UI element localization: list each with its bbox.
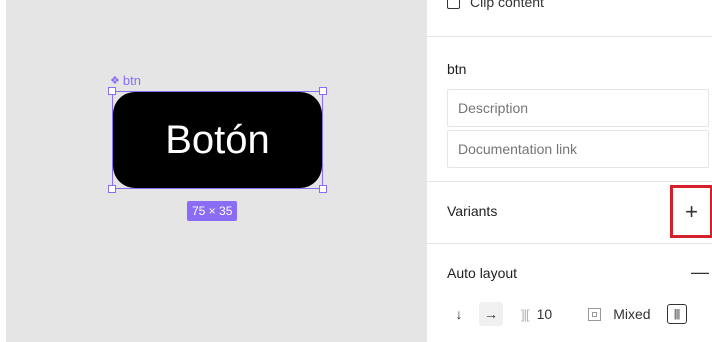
alignment-icon[interactable]: ||| — [666, 304, 687, 324]
direction-vertical-button[interactable]: ↓ — [447, 302, 471, 326]
spacing-value[interactable]: 10 — [537, 306, 553, 322]
variants-label: Variants — [447, 203, 498, 219]
spacing-between-icon: ]|[ — [521, 306, 530, 322]
plus-icon: + — [685, 198, 698, 224]
add-variant-button[interactable]: + — [670, 185, 712, 238]
button-component[interactable]: Botón — [113, 92, 322, 188]
resize-handle-bottom-right[interactable] — [319, 185, 327, 193]
button-text: Botón — [165, 117, 270, 162]
component-label-text: btn — [122, 73, 141, 88]
size-badge: 75 × 35 — [187, 201, 238, 221]
clip-content-checkbox[interactable] — [447, 0, 460, 9]
padding-icon — [588, 307, 602, 321]
auto-layout-label: Auto layout — [447, 265, 518, 281]
auto-layout-controls: ↓ → ]|[ 10 Mixed ||| — [447, 302, 687, 326]
clip-content-label: Clip content — [470, 0, 544, 10]
properties-panel: Clip content btn Variants + Auto layout … — [426, 0, 712, 342]
divider — [427, 36, 712, 37]
resize-handle-top-left[interactable] — [108, 87, 116, 95]
padding-value[interactable]: Mixed — [613, 306, 650, 322]
documentation-link-input[interactable] — [447, 130, 709, 168]
remove-auto-layout-button[interactable]: — — [691, 262, 709, 283]
clip-content-row[interactable]: Clip content — [447, 0, 544, 10]
minus-icon: — — [691, 262, 709, 282]
direction-horizontal-button[interactable]: → — [479, 302, 503, 326]
design-canvas[interactable]: ❖ btn Botón 75 × 35 — [6, 0, 426, 342]
resize-handle-bottom-left[interactable] — [108, 185, 116, 193]
arrow-right-icon: → — [484, 306, 498, 322]
resize-handle-top-right[interactable] — [319, 87, 327, 95]
component-name: btn — [447, 61, 467, 77]
divider — [427, 181, 712, 182]
component-icon: ❖ — [110, 75, 120, 87]
selection-frame[interactable]: Botón — [108, 87, 327, 193]
arrow-down-icon: ↓ — [455, 306, 463, 322]
description-input[interactable] — [447, 89, 709, 127]
divider — [427, 243, 712, 244]
component-label[interactable]: ❖ btn — [110, 73, 141, 88]
